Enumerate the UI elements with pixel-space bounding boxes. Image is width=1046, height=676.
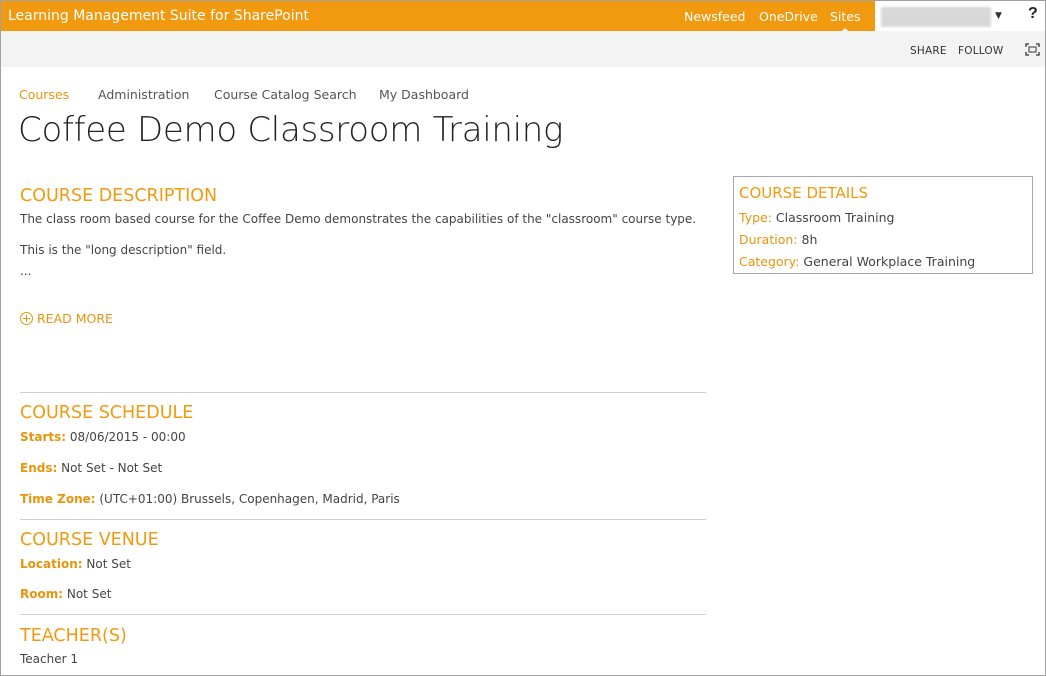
- suite-bar-brand-area: Learning Management Suite for SharePoint…: [1, 1, 875, 32]
- section-divider: [20, 614, 706, 615]
- user-menu-caret-icon[interactable]: ▼: [995, 11, 1002, 21]
- course-schedule-heading: COURSE SCHEDULE: [20, 403, 194, 423]
- suite-link-newsfeed[interactable]: Newsfeed: [684, 9, 746, 24]
- course-details-heading: COURSE DETAILS: [739, 184, 869, 202]
- course-description-ellipsis: ...: [20, 264, 32, 278]
- room-value: Not Set: [66, 587, 112, 601]
- follow-button[interactable]: FOLLOW: [958, 45, 1003, 57]
- course-description-line-2: This is the "long description" field.: [20, 243, 227, 257]
- room-label: Room:: [20, 587, 64, 601]
- suite-link-onedrive[interactable]: OneDrive: [759, 9, 818, 24]
- browser-frame: Learning Management Suite for SharePoint…: [0, 0, 1046, 676]
- details-category: Category: General Workplace Training: [739, 254, 975, 269]
- suite-link-sites[interactable]: Sites: [830, 9, 861, 32]
- suite-title[interactable]: Learning Management Suite for SharePoint: [8, 8, 309, 24]
- starts-value: 08/06/2015 - 00:00: [69, 430, 186, 444]
- location-label: Location:: [20, 557, 83, 571]
- course-description-line-1: The class room based course for the Coff…: [20, 212, 697, 226]
- read-more-label: READ MORE: [37, 311, 113, 326]
- read-more-link[interactable]: READ MORE: [20, 311, 113, 326]
- focus-on-content-icon[interactable]: [1025, 43, 1040, 56]
- nav-my-dashboard[interactable]: My Dashboard: [379, 87, 469, 102]
- course-description-heading: COURSE DESCRIPTION: [20, 186, 218, 206]
- course-venue-heading: COURSE VENUE: [20, 530, 159, 550]
- ends-value: Not Set - Not Set: [61, 461, 163, 475]
- category-label: Category:: [739, 254, 800, 269]
- type-label: Type:: [739, 210, 772, 225]
- course-details-panel: COURSE DETAILS Type: Classroom Training …: [733, 176, 1033, 274]
- ends-label: Ends:: [20, 461, 58, 475]
- section-divider: [20, 392, 706, 393]
- section-divider: [20, 519, 706, 520]
- page-title: Coffee Demo Classroom Training: [18, 110, 564, 150]
- starts-label: Starts:: [20, 430, 67, 444]
- venue-room: Room: Not Set: [20, 587, 111, 601]
- duration-label: Duration:: [739, 232, 798, 247]
- teacher-list-item: Teacher 1: [20, 652, 78, 666]
- help-icon[interactable]: ?: [1028, 5, 1038, 23]
- details-duration: Duration: 8h: [739, 232, 817, 247]
- teachers-heading: TEACHER(S): [20, 626, 127, 646]
- type-value: Classroom Training: [775, 210, 895, 225]
- ribbon-bar: SHARE FOLLOW: [1, 31, 1045, 67]
- category-value: General Workplace Training: [803, 254, 976, 269]
- time-zone-value: (UTC+01:00) Brussels, Copenhagen, Madrid…: [99, 492, 400, 506]
- nav-administration[interactable]: Administration: [98, 87, 189, 102]
- location-value: Not Set: [86, 557, 131, 571]
- plus-circle-icon: [20, 312, 33, 325]
- nav-course-catalog-search[interactable]: Course Catalog Search: [214, 87, 357, 102]
- nav-courses[interactable]: Courses: [19, 87, 69, 102]
- venue-location: Location: Not Set: [20, 557, 131, 571]
- share-button[interactable]: SHARE: [910, 45, 947, 57]
- user-name-blurred[interactable]: [881, 7, 991, 27]
- schedule-time-zone: Time Zone: (UTC+01:00) Brussels, Copenha…: [20, 492, 400, 506]
- schedule-starts: Starts: 08/06/2015 - 00:00: [20, 430, 186, 444]
- suite-bar: Learning Management Suite for SharePoint…: [1, 1, 1045, 32]
- duration-value: 8h: [801, 232, 818, 247]
- time-zone-label: Time Zone:: [20, 492, 96, 506]
- schedule-ends: Ends: Not Set - Not Set: [20, 461, 162, 475]
- details-type: Type: Classroom Training: [739, 210, 894, 225]
